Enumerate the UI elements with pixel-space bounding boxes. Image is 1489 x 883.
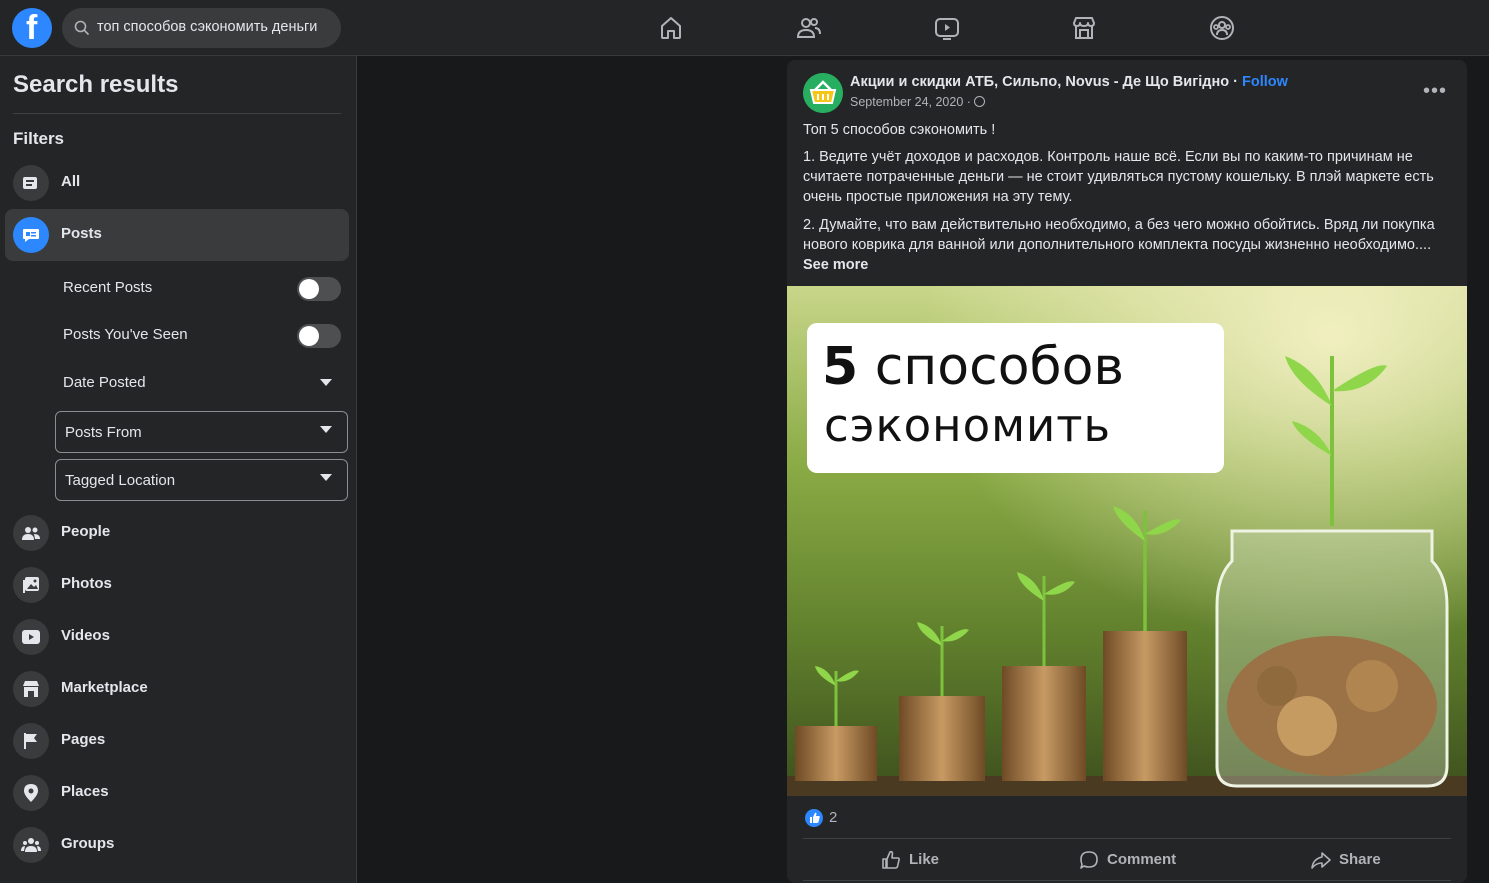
facebook-logo-glyph: f (26, 9, 38, 47)
post-paragraph-2: 2. Думайте, что вам действительно необхо… (803, 217, 1435, 253)
posts-from-label: Posts From (65, 424, 142, 441)
more-options-icon[interactable]: ••• (1423, 80, 1447, 103)
reactions-count: 2 (829, 809, 838, 826)
sidebar-item-label: Groups (61, 835, 115, 852)
shopping-basket-icon (803, 73, 843, 113)
share-icon (1311, 852, 1331, 869)
sidebar-item-label: Videos (61, 627, 110, 644)
divider (803, 880, 1451, 881)
search-filters-sidebar: Search results Filters All Posts Recent … (0, 56, 357, 883)
posts-seen-toggle[interactable] (297, 324, 341, 348)
posts-seen-label: Posts You've Seen (63, 326, 188, 343)
location-pin-icon (13, 775, 49, 811)
top-navigation-bar: f топ способов сэкономить деньги (0, 0, 1489, 56)
home-icon[interactable] (657, 14, 685, 42)
sidebar-item-label: Marketplace (61, 679, 148, 696)
groups-icon (13, 827, 49, 863)
comment-label: Comment (1107, 851, 1177, 868)
like-label: Like (909, 851, 940, 868)
watch-icon[interactable] (933, 14, 961, 42)
sidebar-item-label: People (61, 523, 111, 540)
chevron-down-icon (320, 474, 332, 481)
sidebar-item-label: All (61, 173, 81, 190)
post-date-text: September 24, 2020 · (850, 95, 971, 109)
all-results-icon (13, 165, 49, 201)
groups-icon[interactable] (1208, 14, 1236, 42)
search-result-post: Акции и скидки АТБ, Сильпо, Novus - Де Щ… (787, 60, 1467, 883)
comment-icon (1080, 851, 1098, 869)
thumbs-up-icon (882, 850, 900, 869)
sidebar-item-places[interactable]: Places (5, 767, 349, 819)
page-avatar[interactable] (803, 73, 843, 113)
recent-posts-label: Recent Posts (63, 279, 153, 296)
sidebar-item-label: Pages (61, 731, 106, 748)
follow-link[interactable]: Follow (1242, 74, 1288, 90)
marketplace-icon[interactable] (1070, 14, 1098, 42)
date-posted-dropdown[interactable]: Date Posted (63, 374, 146, 391)
videos-icon (13, 619, 49, 655)
image-caption-line-1: 5 способов (822, 337, 1124, 397)
sidebar-item-marketplace[interactable]: Marketplace (5, 663, 349, 715)
search-query-text: топ способов сэкономить деньги (97, 19, 318, 35)
post-author-line: Акции и скидки АТБ, Сильпо, Novus - Де Щ… (850, 74, 1288, 90)
tagged-location-select[interactable]: Tagged Location (55, 459, 348, 501)
post-paragraph-1: 1. Ведите учёт доходов и расходов. Контр… (803, 149, 1434, 205)
image-caption-number: 5 (822, 337, 859, 397)
chevron-down-icon (320, 426, 332, 433)
sidebar-item-label: Posts (61, 225, 102, 242)
toggle-knob (299, 279, 319, 299)
image-caption-card: 5 способов сэкономить (807, 323, 1224, 473)
tagged-location-label: Tagged Location (65, 472, 176, 489)
like-reaction-icon (805, 809, 823, 827)
facebook-logo[interactable]: f (12, 8, 52, 48)
page-name-link[interactable]: Акции и скидки АТБ, Сильпо, Novus - Де Щ… (850, 74, 1229, 90)
share-label: Share (1339, 851, 1381, 868)
sidebar-item-label: Places (61, 783, 109, 800)
sidebar-item-videos[interactable]: Videos (5, 611, 349, 663)
search-input[interactable]: топ способов сэкономить деньги (62, 8, 341, 48)
search-icon (74, 20, 90, 36)
friends-icon[interactable] (795, 14, 823, 42)
sidebar-item-groups[interactable]: Groups (5, 819, 349, 871)
sidebar-item-all[interactable]: All (5, 157, 349, 209)
see-more-link[interactable]: See more (803, 257, 868, 273)
globe-icon (974, 96, 986, 107)
post-timestamp[interactable]: September 24, 2020 · (850, 95, 986, 109)
photos-icon (13, 567, 49, 603)
marketplace-icon (13, 671, 49, 707)
posts-from-select[interactable]: Posts From (55, 411, 348, 453)
sidebar-item-photos[interactable]: Photos (5, 559, 349, 611)
name-separator: · (1233, 74, 1238, 90)
posts-icon (13, 217, 49, 253)
sidebar-item-label: Photos (61, 575, 112, 592)
sidebar-item-posts[interactable]: Posts (5, 209, 349, 261)
post-paragraph-2-wrapper: 2. Думайте, что вам действительно необхо… (803, 215, 1453, 275)
flag-icon (13, 723, 49, 759)
image-caption-line-2: сэкономить (824, 399, 1112, 452)
image-caption-word: способов (874, 337, 1125, 397)
post-title-line: Топ 5 способов сэкономить ! (803, 122, 996, 138)
people-icon (13, 515, 49, 551)
filters-heading: Filters (13, 129, 65, 148)
page-title: Search results (13, 71, 179, 98)
divider (803, 838, 1451, 839)
sidebar-item-pages[interactable]: Pages (5, 715, 349, 767)
recent-posts-toggle[interactable] (297, 277, 341, 301)
chevron-down-icon[interactable] (320, 379, 332, 386)
divider (13, 113, 341, 114)
sidebar-item-people[interactable]: People (5, 507, 349, 559)
toggle-knob (299, 326, 319, 346)
post-image[interactable]: 5 способов сэкономить (787, 286, 1467, 796)
